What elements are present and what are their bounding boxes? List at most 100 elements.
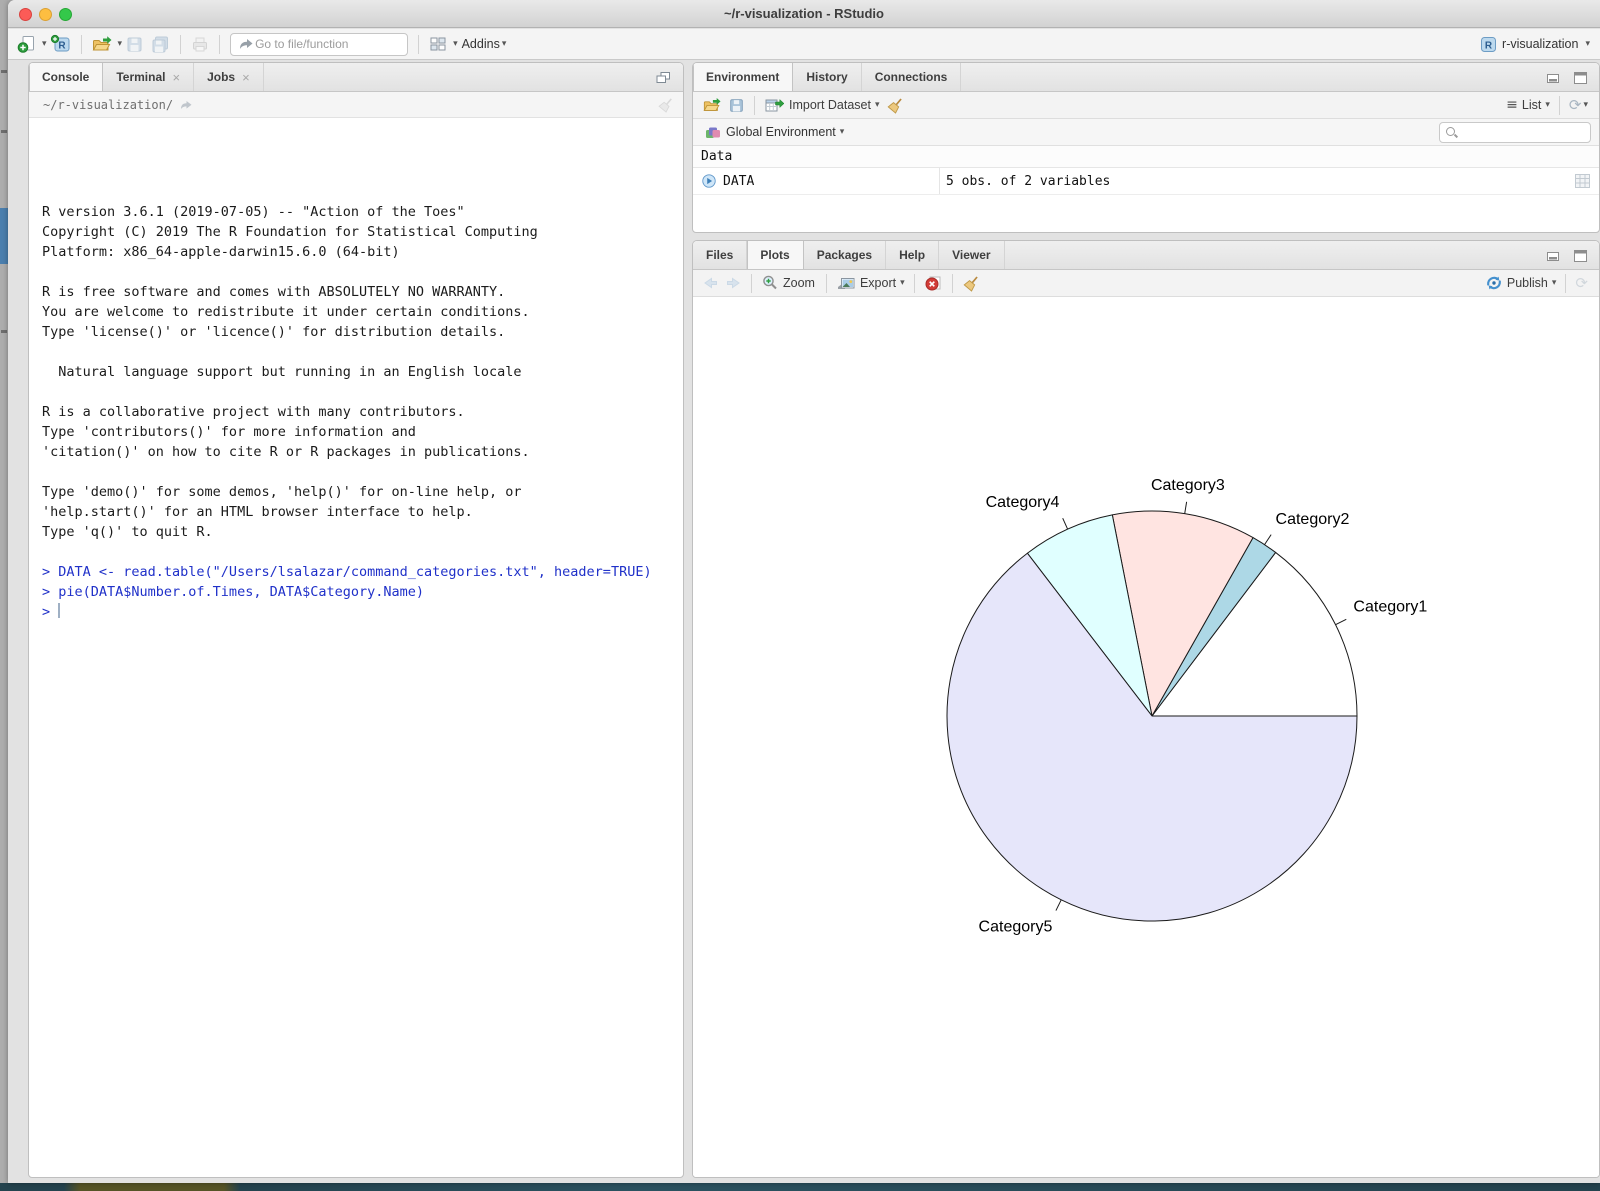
console-tabstrip: Console Terminal × Jobs × xyxy=(29,63,683,92)
clear-console-icon[interactable] xyxy=(657,96,675,114)
expand-object-icon[interactable] xyxy=(701,173,717,189)
popout-icon xyxy=(654,69,672,86)
environment-scope-row: Global Environment ▾ xyxy=(693,119,1599,146)
goto-file-input[interactable] xyxy=(255,37,385,51)
list-view-button[interactable]: ≡ List ▾ xyxy=(1503,94,1553,116)
pie-label-tick xyxy=(1265,535,1272,545)
new-file-caret-icon[interactable]: ▾ xyxy=(42,39,47,49)
goto-file-box[interactable] xyxy=(230,33,408,56)
plots-panel: Files PlotsPackagesHelpViewer xyxy=(692,240,1600,1178)
rstudio-window: ~/r-visualization - RStudio ▾ R xyxy=(8,0,1600,1183)
new-file-icon xyxy=(17,34,37,54)
tab-terminal[interactable]: Terminal × xyxy=(103,63,194,91)
console-output-line xyxy=(42,262,683,282)
publish-button[interactable]: Publish ▾ xyxy=(1482,272,1560,294)
save-all-button[interactable] xyxy=(147,32,174,56)
console-output-line: Type 'contributors()' for more informati… xyxy=(42,422,683,442)
svg-text:R: R xyxy=(58,41,66,52)
console-output-line: Natural language support but running in … xyxy=(42,362,683,382)
console-output-line: 'citation()' on how to cite R or R packa… xyxy=(42,442,683,462)
goto-directory-icon[interactable] xyxy=(179,98,195,112)
print-button[interactable] xyxy=(187,32,213,56)
project-label: r-visualization xyxy=(1502,37,1578,51)
new-file-button[interactable] xyxy=(14,32,40,56)
tab-files[interactable]: Files xyxy=(693,241,747,269)
refresh-icon: ⟳ xyxy=(1569,98,1582,113)
data-grid-icon xyxy=(1574,173,1591,189)
minimize-pane-icon xyxy=(1546,71,1561,84)
popout-console-button[interactable] xyxy=(651,66,675,90)
save-all-icon xyxy=(150,35,171,54)
tab-packages[interactable]: Packages xyxy=(804,241,886,269)
console-output[interactable]: R version 3.6.1 (2019-07-05) -- "Action … xyxy=(29,181,683,1177)
desktop-fragment xyxy=(1,130,7,133)
console-output-line: R is a collaborative project with many c… xyxy=(42,402,683,422)
maximize-pane-icon xyxy=(1573,71,1588,85)
tab-console[interactable]: Console xyxy=(29,63,103,91)
tab-close-icon[interactable]: × xyxy=(172,71,180,84)
titlebar: ~/r-visualization - RStudio xyxy=(8,0,1600,28)
broom-icon xyxy=(886,96,905,115)
pie-label: Category3 xyxy=(1151,477,1225,494)
console-panel: Console Terminal × Jobs × ~/r-visualization/ xyxy=(28,62,684,1178)
tab-viewer[interactable]: Viewer xyxy=(939,241,1004,269)
toolbar-separator xyxy=(1565,274,1566,293)
tab-label: Connections xyxy=(875,70,948,84)
addins-button[interactable]: Addins ▾ xyxy=(458,32,511,56)
save-button[interactable] xyxy=(122,32,147,56)
tab-label: Terminal xyxy=(116,70,165,84)
tab-history[interactable]: History xyxy=(793,63,861,91)
load-workspace-button[interactable] xyxy=(699,94,725,116)
desktop-edge-bottom xyxy=(0,1183,1600,1191)
maximize-pane-button[interactable] xyxy=(1570,244,1591,268)
tab-label: Jobs xyxy=(207,70,235,84)
tab-label: Environment xyxy=(706,70,779,84)
pane-layout-button[interactable] xyxy=(425,32,451,56)
import-dataset-button[interactable]: Import Dataset ▾ xyxy=(761,94,883,116)
open-file-button[interactable] xyxy=(88,32,116,56)
export-plot-button[interactable]: Export ▾ xyxy=(833,272,908,294)
project-menu-button[interactable]: R r-visualization ▾ xyxy=(1480,36,1590,53)
zoom-plot-button[interactable]: Zoom xyxy=(758,272,820,294)
toolbar-separator xyxy=(219,35,220,54)
environment-scope-button[interactable]: Global Environment ▾ xyxy=(701,120,847,144)
minimize-pane-button[interactable] xyxy=(1543,66,1564,90)
tab-environment[interactable]: Environment xyxy=(693,63,793,91)
refresh-environment-button[interactable]: ⟳ ▾ xyxy=(1566,94,1591,116)
environment-object-row[interactable]: DATA 5 obs. of 2 variables xyxy=(693,168,1599,195)
minimize-pane-icon xyxy=(1546,249,1561,262)
tab-plots[interactable]: Plots xyxy=(747,241,803,269)
clear-environment-button[interactable] xyxy=(883,94,908,116)
back-arrow-icon xyxy=(702,275,719,291)
tab-close-icon[interactable]: × xyxy=(242,71,250,84)
clear-plots-button[interactable] xyxy=(959,272,984,294)
previous-plot-button[interactable] xyxy=(699,272,722,294)
tab-label: Files xyxy=(706,248,733,262)
export-image-icon xyxy=(836,275,856,292)
tab-jobs[interactable]: Jobs × xyxy=(194,63,264,91)
addins-caret-icon: ▾ xyxy=(502,39,507,49)
remove-plot-button[interactable] xyxy=(921,272,946,294)
maximize-pane-button[interactable] xyxy=(1570,66,1591,90)
list-view-icon: ≡ xyxy=(1506,97,1518,113)
console-output-line: Platform: x86_64-apple-darwin15.6.0 (64-… xyxy=(42,242,683,262)
publish-caret-icon: ▾ xyxy=(1552,278,1557,288)
plots-tabstrip: Files PlotsPackagesHelpViewer xyxy=(693,241,1599,270)
tab-help[interactable]: Help xyxy=(886,241,939,269)
list-view-caret-icon: ▾ xyxy=(1545,100,1550,110)
plot-area: Category1Category2Category3Category4Cate… xyxy=(693,298,1599,1177)
broom-icon xyxy=(962,274,981,293)
save-workspace-button[interactable] xyxy=(725,94,748,116)
working-directory: ~/r-visualization/ xyxy=(43,98,173,112)
environment-search-box[interactable] xyxy=(1439,122,1591,143)
tab-connections[interactable]: Connections xyxy=(862,63,962,91)
new-project-button[interactable]: R xyxy=(47,32,75,56)
refresh-plot-button[interactable]: ⟳ xyxy=(1572,272,1591,294)
pie-label-tick xyxy=(1063,518,1068,529)
minimize-pane-button[interactable] xyxy=(1543,244,1564,268)
import-dataset-caret-icon: ▾ xyxy=(875,100,880,110)
addins-label: Addins xyxy=(462,37,500,51)
next-plot-button[interactable] xyxy=(722,272,745,294)
console-input-line: > pie(DATA$Number.of.Times, DATA$Categor… xyxy=(42,582,683,602)
view-data-button[interactable] xyxy=(1574,173,1591,194)
